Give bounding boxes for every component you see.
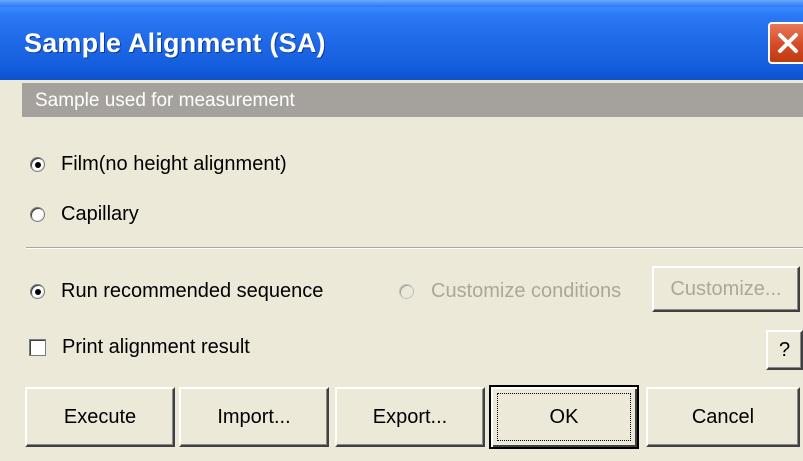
radio-capillary-indicator[interactable] xyxy=(30,207,45,222)
checkbox-print-result-label[interactable]: Print alignment result xyxy=(62,335,250,359)
title-bar[interactable]: Sample Alignment (SA) xyxy=(0,0,803,80)
help-button[interactable]: ? xyxy=(766,330,803,370)
import-button[interactable]: Import... xyxy=(179,387,329,447)
radio-customize-conditions-label[interactable]: Customize conditions xyxy=(431,279,621,303)
section-header-label: Sample used for measurement xyxy=(35,90,295,111)
cancel-button[interactable]: Cancel xyxy=(646,387,800,447)
close-button[interactable] xyxy=(768,22,803,64)
export-button[interactable]: Export... xyxy=(335,387,485,447)
execute-button[interactable]: Execute xyxy=(25,387,175,447)
sample-alignment-dialog: Sample Alignment (SA) Sample used for me… xyxy=(0,0,803,461)
radio-capillary-label[interactable]: Capillary xyxy=(61,202,139,226)
radio-film-indicator[interactable] xyxy=(30,157,45,172)
radio-film-label[interactable]: Film(no height alignment) xyxy=(61,152,287,176)
checkbox-print-result-box[interactable] xyxy=(29,339,46,356)
window-title: Sample Alignment (SA) xyxy=(24,28,326,58)
customize-button[interactable]: Customize... xyxy=(652,266,800,312)
focus-rectangle xyxy=(497,393,631,441)
radio-customize-conditions-indicator[interactable] xyxy=(399,284,414,299)
radio-run-recommended-label[interactable]: Run recommended sequence xyxy=(61,279,323,303)
separator xyxy=(26,247,803,249)
radio-run-recommended-indicator[interactable] xyxy=(30,284,45,299)
ok-button[interactable]: OK xyxy=(489,385,639,449)
section-header-sample: Sample used for measurement xyxy=(22,83,803,117)
